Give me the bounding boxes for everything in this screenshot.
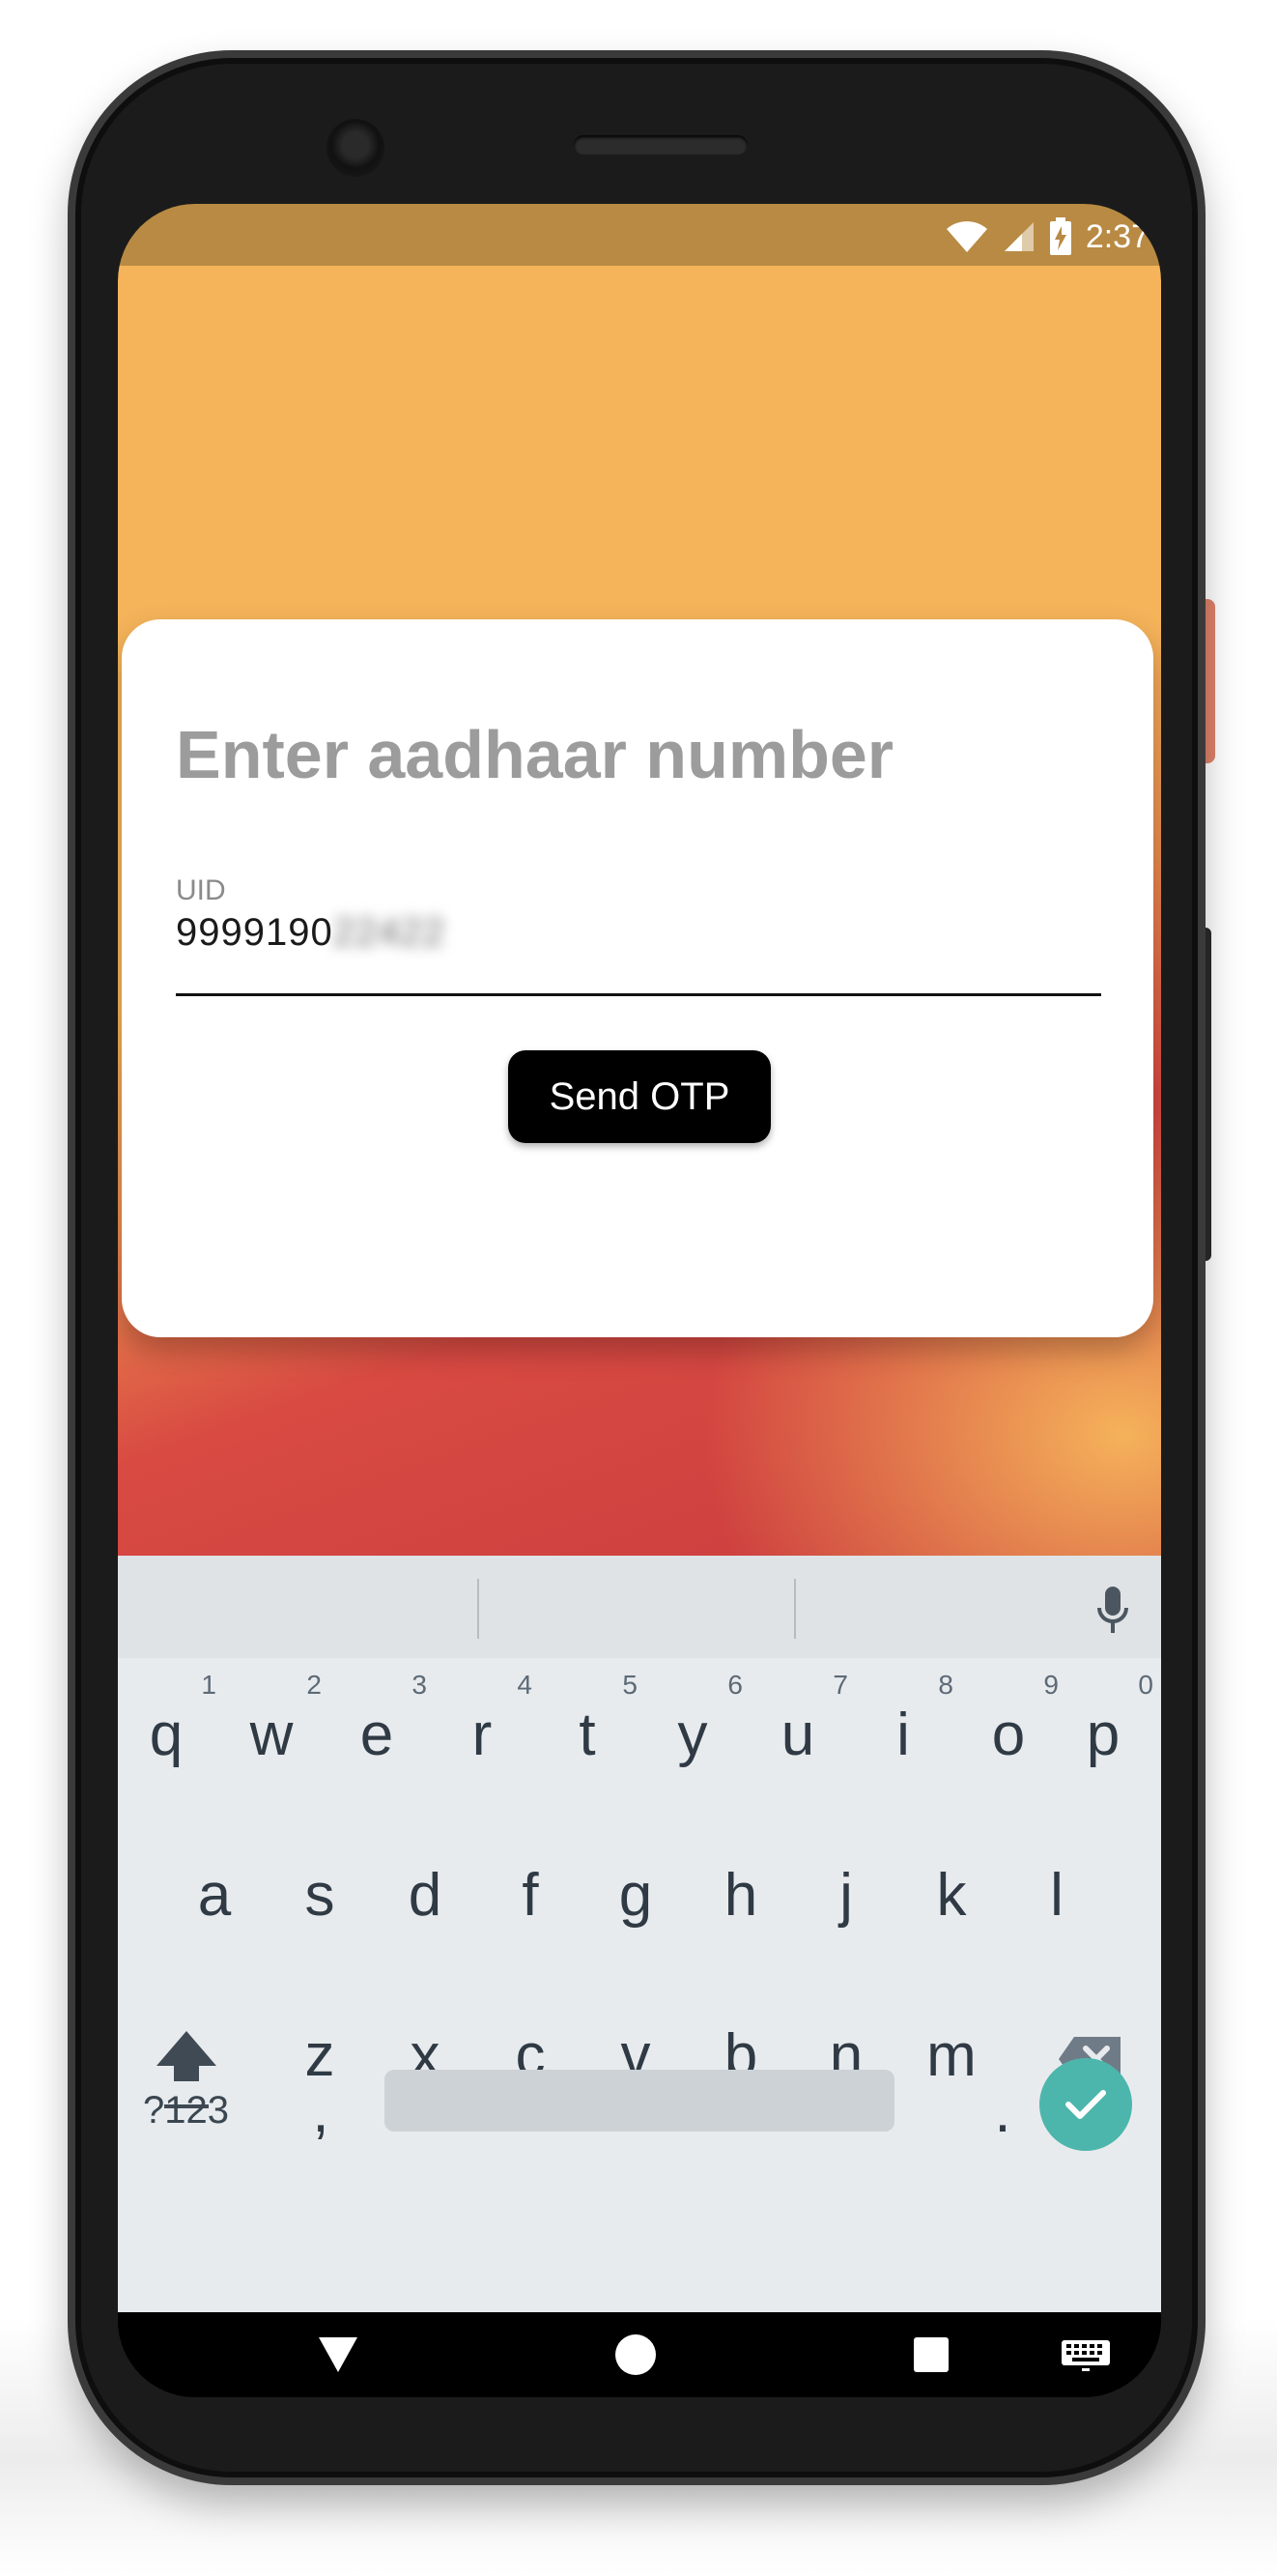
signal-icon <box>1004 222 1034 251</box>
key-f[interactable]: f <box>482 1861 579 1930</box>
uid-input[interactable]: 999919022422 <box>176 911 445 955</box>
key-h[interactable]: h <box>693 1861 789 1930</box>
key-q[interactable]: q1 <box>118 1670 216 1769</box>
symbols-key[interactable]: ?123 <box>143 2089 229 2132</box>
status-time: 2:37 <box>1085 217 1149 255</box>
key-i[interactable]: i8 <box>855 1670 953 1769</box>
dialog-title: Enter aadhaar number <box>176 717 894 792</box>
key-g[interactable]: g <box>587 1861 684 1930</box>
soft-keyboard: q1 w2 e3 r4 t5 y6 u7 i8 o9 p0 a s d f g … <box>118 1556 1161 2312</box>
key-e[interactable]: e3 <box>328 1670 427 1769</box>
wifi-icon <box>946 221 987 252</box>
key-k[interactable]: k <box>903 1861 1000 1930</box>
suggestion-strip <box>118 1556 1161 1658</box>
uid-field-label: UID <box>176 874 226 906</box>
navigation-bar <box>118 2312 1161 2397</box>
key-l[interactable]: l <box>1008 1861 1105 1930</box>
keyboard-icon[interactable] <box>1061 2339 1111 2372</box>
key-s[interactable]: s <box>271 1861 368 1930</box>
key-d[interactable]: d <box>377 1861 473 1930</box>
key-comma[interactable]: , <box>272 2077 369 2146</box>
recents-square-icon[interactable] <box>912 2335 951 2374</box>
key-period[interactable]: . <box>954 2077 1051 2146</box>
send-otp-button[interactable]: Send OTP <box>508 1050 771 1143</box>
key-w[interactable]: w2 <box>223 1670 322 1769</box>
device-screen: 2:37 Enter aadhaar number UID 9999190224… <box>118 204 1161 2397</box>
battery-charging-icon <box>1049 217 1071 255</box>
key-r[interactable]: r4 <box>434 1670 532 1769</box>
key-t[interactable]: t5 <box>539 1670 638 1769</box>
earpiece-speaker <box>574 135 748 155</box>
uid-input-underline <box>176 993 1101 996</box>
key-j[interactable]: j <box>798 1861 894 1930</box>
suggestion-divider <box>794 1579 796 1639</box>
check-icon <box>1065 2090 1106 2119</box>
space-bar[interactable] <box>384 2070 894 2132</box>
front-camera-icon <box>326 119 384 177</box>
back-triangle-icon[interactable] <box>317 2335 359 2374</box>
key-o[interactable]: o9 <box>960 1670 1059 1769</box>
key-p[interactable]: p0 <box>1055 1670 1153 1769</box>
home-circle-icon[interactable] <box>614 2333 657 2376</box>
key-u[interactable]: u7 <box>750 1670 848 1769</box>
aadhaar-dialog-card: Enter aadhaar number UID 999919022422 Se… <box>122 619 1153 1337</box>
mic-icon[interactable] <box>1095 1585 1130 1635</box>
status-bar: 2:37 <box>118 204 1161 266</box>
uid-input-visible-digits: 9999190 <box>176 911 333 954</box>
key-y[interactable]: y6 <box>644 1670 744 1769</box>
key-a[interactable]: a <box>166 1861 263 1930</box>
app-background: Enter aadhaar number UID 999919022422 Se… <box>118 266 1161 1556</box>
uid-input-masked-digits: 22422 <box>332 911 445 954</box>
suggestion-divider <box>477 1579 479 1639</box>
enter-key[interactable] <box>1039 2058 1132 2151</box>
